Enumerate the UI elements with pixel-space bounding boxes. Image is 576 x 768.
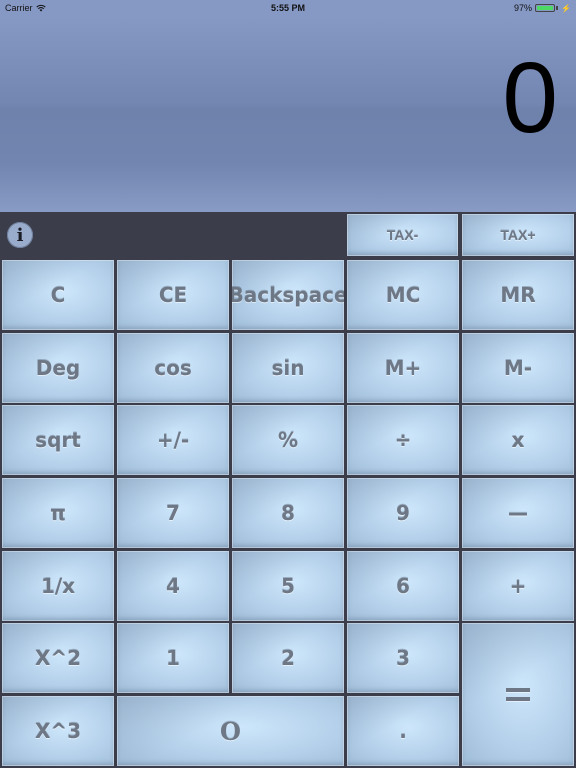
digit-7-button[interactable]: 7 <box>115 476 231 550</box>
sin-button[interactable]: sin <box>230 331 346 405</box>
reciprocal-button[interactable]: 1/x <box>0 549 116 623</box>
equals-button[interactable] <box>460 621 576 768</box>
digit-1-button[interactable]: 1 <box>115 621 231 695</box>
tax-minus-button[interactable]: TAX- <box>345 212 460 258</box>
status-time: 5:55 PM <box>270 3 305 13</box>
add-button[interactable]: + <box>460 549 576 623</box>
subtract-button[interactable]: — <box>460 476 576 550</box>
divide-button[interactable]: ÷ <box>345 403 461 477</box>
clear-entry-button[interactable]: CE <box>115 258 231 332</box>
decimal-point-button[interactable]: . <box>345 694 461 768</box>
status-bar: Carrier 5:55 PM 97% ⚡ <box>0 0 576 16</box>
digit-3-button[interactable]: 3 <box>345 621 461 695</box>
degree-mode-button[interactable]: Deg <box>0 331 116 405</box>
negate-button[interactable]: +/- <box>115 403 231 477</box>
digit-6-button[interactable]: 6 <box>345 549 461 623</box>
memory-recall-button[interactable]: MR <box>460 258 576 332</box>
status-right: 97% ⚡ <box>514 3 571 13</box>
tax-plus-button[interactable]: TAX+ <box>460 212 576 258</box>
memory-subtract-button[interactable]: M- <box>460 331 576 405</box>
battery-fill <box>537 6 553 10</box>
percent-button[interactable]: % <box>230 403 346 477</box>
calculator-display: 0 <box>0 16 576 212</box>
display-value: 0 <box>502 42 558 154</box>
square-button[interactable]: X^2 <box>0 621 116 695</box>
pi-button[interactable]: π <box>0 476 116 550</box>
charging-bolt-icon: ⚡ <box>561 3 571 13</box>
digit-2-button[interactable]: 2 <box>230 621 346 695</box>
battery-icon <box>535 4 556 12</box>
digit-8-button[interactable]: 8 <box>230 476 346 550</box>
backspace-button[interactable]: Backspace <box>230 258 346 332</box>
digit-0-button[interactable]: O <box>115 694 346 768</box>
memory-add-button[interactable]: M+ <box>345 331 461 405</box>
digit-4-button[interactable]: 4 <box>115 549 231 623</box>
battery-percent: 97% <box>514 3 533 13</box>
battery-tip <box>556 6 559 10</box>
clear-button[interactable]: C <box>0 258 116 332</box>
memory-clear-button[interactable]: MC <box>345 258 461 332</box>
info-icon[interactable]: i <box>7 222 33 248</box>
cos-button[interactable]: cos <box>115 331 231 405</box>
sqrt-button[interactable]: sqrt <box>0 403 116 477</box>
digit-9-button[interactable]: 9 <box>345 476 461 550</box>
equals-icon <box>506 688 530 701</box>
multiply-button[interactable]: x <box>460 403 576 477</box>
cube-button[interactable]: X^3 <box>0 694 116 768</box>
digit-5-button[interactable]: 5 <box>230 549 346 623</box>
